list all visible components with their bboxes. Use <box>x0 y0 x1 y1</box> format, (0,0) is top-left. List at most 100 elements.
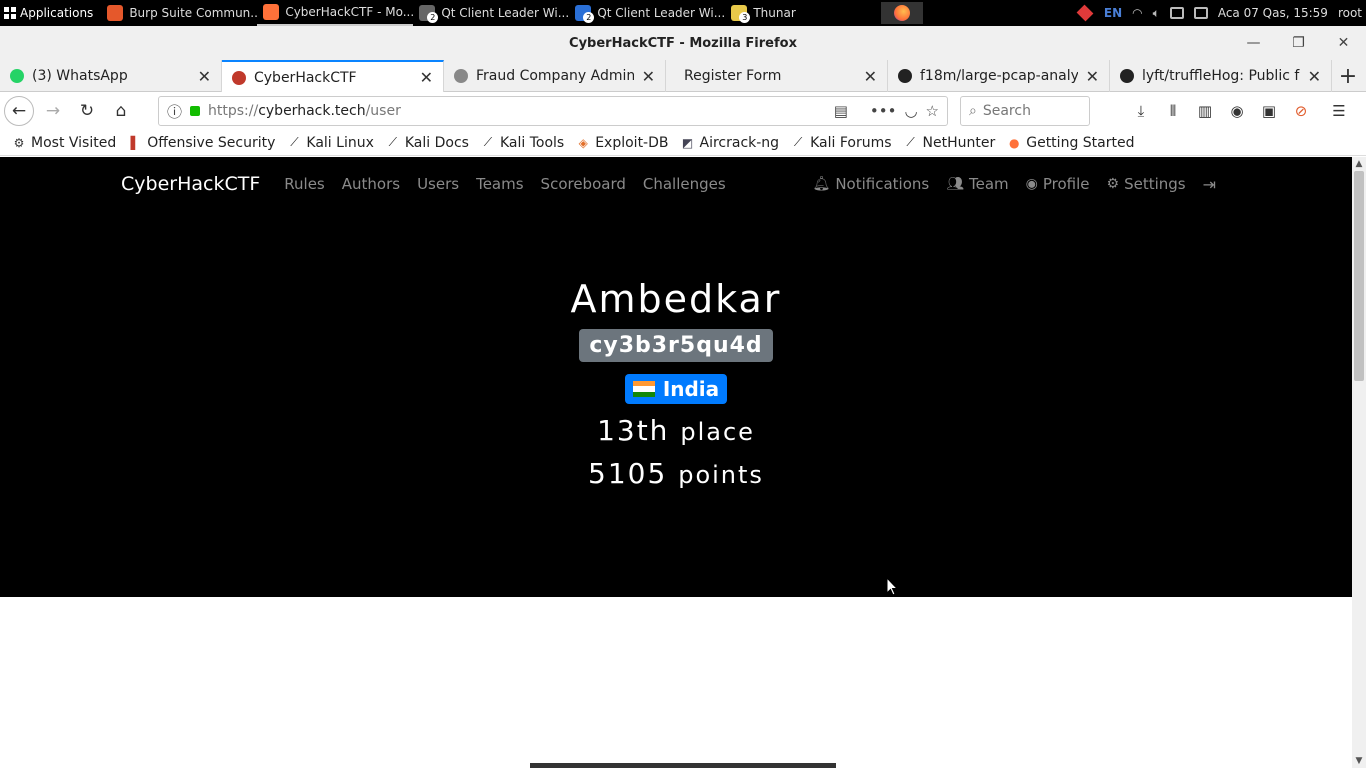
bookmark-item[interactable]: ▌ Offensive Security <box>128 135 276 151</box>
bookmark-label: Kali Tools <box>499 134 565 151</box>
task-app-icon <box>107 5 124 21</box>
nav-link-scoreboard[interactable]: Scoreboard <box>541 175 626 193</box>
reader-view-icon[interactable]: ▤ <box>834 102 848 120</box>
sidebar-icon[interactable]: ▥ <box>1194 102 1216 120</box>
network-tray-icon[interactable] <box>1076 4 1094 22</box>
back-button[interactable]: ← <box>4 96 34 126</box>
nav-link-settings[interactable]: ⚙ Settings <box>1107 175 1186 193</box>
bookmark-item[interactable]: ⟋ Kali Tools <box>481 135 564 151</box>
bookmark-item[interactable]: ⟋ NetHunter <box>904 135 995 151</box>
bookmark-label: Kali Linux <box>306 134 374 151</box>
extension-icon[interactable]: ▣ <box>1258 102 1280 120</box>
kali-icon: ⟋ <box>906 135 915 149</box>
country-badge: India <box>624 374 728 404</box>
nav-link-teams[interactable]: Teams <box>476 175 523 193</box>
taskbar-item[interactable]: CyberHackCTF - Mo... <box>257 0 414 26</box>
bookmark-label: Getting Started <box>1026 134 1135 151</box>
bookmark-item[interactable]: ⟋ Kali Forums <box>791 134 892 151</box>
library-icon[interactable]: ⫴ <box>1162 102 1184 120</box>
downloads-icon[interactable]: ⤓ <box>1130 102 1152 120</box>
bookmark-star-icon[interactable]: ☆ <box>926 102 939 120</box>
new-tab-button[interactable]: + <box>1332 60 1364 92</box>
close-tab-icon[interactable]: ✕ <box>864 67 877 86</box>
scrollbar-thumb[interactable] <box>1354 171 1364 381</box>
home-button[interactable]: ⌂ <box>106 96 136 126</box>
bookmark-item[interactable]: ⟋ Kali Docs <box>386 135 469 151</box>
browser-tab[interactable]: f18m/large-pcap-analyzer ✕ <box>888 60 1110 92</box>
notification-icon[interactable] <box>1193 7 1208 19</box>
bookmark-item[interactable]: ◩ Aircrack-ng <box>681 135 779 151</box>
content-tab-underline <box>530 763 836 768</box>
browser-tab[interactable]: CyberHackCTF ✕ <box>222 60 444 93</box>
url-text[interactable]: https://cyberhack.tech/user <box>208 103 401 119</box>
tab-label: CyberHackCTF <box>254 69 357 86</box>
nav-link-users[interactable]: Users <box>417 175 459 193</box>
minimize-button[interactable]: — <box>1231 26 1276 60</box>
search-input[interactable]: ⌕ Search <box>960 96 1090 126</box>
browser-tab[interactable]: Register Form ✕ <box>666 60 888 92</box>
battery-icon[interactable] <box>1169 7 1184 19</box>
bookmark-label: Kali Forums <box>810 134 892 151</box>
nav-link-label: Settings <box>1124 175 1186 193</box>
browser-tab[interactable]: (3) WhatsApp ✕ <box>0 60 222 92</box>
desktop-top-panel: Applications Burp Suite Commun... CyberHa… <box>0 0 1366 26</box>
close-tab-icon[interactable]: ✕ <box>1086 67 1099 86</box>
taskbar-item[interactable]: 2 Qt Client Leader Wi... <box>413 0 569 26</box>
panel-tray: EN ◠ 🔈︎ Aca 07 Qas, 15:59 root <box>1076 0 1366 26</box>
taskbar-item[interactable]: 2 Qt Client Leader Wi... <box>569 0 725 26</box>
bookmark-item[interactable]: ⚙ Most Visited <box>12 135 117 151</box>
volume-icon[interactable]: 🔈︎ <box>1153 6 1160 21</box>
applications-menu[interactable]: Applications <box>0 0 101 26</box>
bookmark-item[interactable]: ● Getting Started <box>1007 134 1135 151</box>
keyboard-layout[interactable]: EN <box>1104 6 1122 20</box>
browser-tab[interactable]: lyft/truffleHog: Public fork ✕ <box>1110 60 1332 92</box>
reload-button[interactable]: ↻ <box>72 96 102 126</box>
browser-tab[interactable]: Fraud Company Admin P ✕ <box>444 60 666 92</box>
tab-label: f18m/large-pcap-analyzer <box>920 68 1078 84</box>
account-icon[interactable]: ◉ <box>1226 102 1248 120</box>
nav-link-authors[interactable]: Authors <box>342 175 400 193</box>
addon-icon[interactable]: ⊘ <box>1290 102 1312 120</box>
info-icon[interactable]: ⓘ <box>167 101 182 122</box>
window-titlebar: CyberHackCTF - Mozilla Firefox — ❐ ✕ <box>0 26 1366 60</box>
clock[interactable]: Aca 07 Qas, 15:59 <box>1218 6 1328 20</box>
page-scrollbar[interactable]: ▲ ▼ <box>1352 157 1366 768</box>
bookmark-item[interactable]: ◈ Exploit-DB <box>576 135 669 151</box>
tab-label: Register Form <box>684 68 782 84</box>
nav-link-team[interactable]: 👥︎ Team <box>946 175 1008 193</box>
close-tab-icon[interactable]: ✕ <box>642 67 655 86</box>
restore-button[interactable]: ❐ <box>1276 26 1321 60</box>
taskbar-item[interactable]: Burp Suite Commun... <box>101 0 257 26</box>
pocket-icon[interactable]: ◡ <box>904 102 917 120</box>
scroll-down-icon[interactable]: ▼ <box>1352 754 1366 768</box>
logout-icon[interactable]: ⇥ <box>1203 175 1216 194</box>
navigation-toolbar: ← → ↻ ⌂ ⓘ https://cyberhack.tech/user ▤ … <box>0 92 1366 130</box>
tab-label: (3) WhatsApp <box>32 68 128 84</box>
close-tab-icon[interactable]: ✕ <box>198 67 211 86</box>
applications-icon <box>4 7 16 19</box>
nav-link-notifications[interactable]: 🔔︎ Notifications <box>813 175 930 193</box>
bookmark-item[interactable]: ⟋ Kali Linux <box>287 134 374 151</box>
nav-link-challenges[interactable]: Challenges <box>643 175 726 193</box>
url-bar[interactable]: ⓘ https://cyberhack.tech/user ▤ ••• ◡ ☆ <box>158 96 948 126</box>
scroll-up-icon[interactable]: ▲ <box>1352 157 1366 171</box>
user-name[interactable]: root <box>1338 6 1362 20</box>
nav-link-rules[interactable]: Rules <box>284 175 324 193</box>
tab-strip: (3) WhatsApp ✕ CyberHackCTF ✕ Fraud Company … <box>0 60 1366 93</box>
site-brand[interactable]: CyberHackCTF <box>121 173 260 195</box>
taskbar-item[interactable]: 3 Thunar <box>725 0 873 26</box>
toolbar-icons: ⤓ ⫴ ▥ ◉ ▣ ⊘ ☰ <box>1130 102 1350 120</box>
forward-button[interactable]: → <box>38 96 68 126</box>
page-content: CyberHackCTF Rules Authors Users Teams Score… <box>0 157 1352 768</box>
nav-link-profile[interactable]: ◉ Profile <box>1026 175 1090 193</box>
firefox-launcher[interactable] <box>881 2 924 24</box>
menu-icon[interactable]: ☰ <box>1328 102 1350 120</box>
page-actions-icon[interactable]: ••• <box>870 102 897 120</box>
close-window-button[interactable]: ✕ <box>1321 26 1366 60</box>
cogs-icon: ⚙ <box>1106 176 1120 192</box>
wifi-icon[interactable]: ◠ <box>1132 6 1142 20</box>
close-tab-icon[interactable]: ✕ <box>420 68 433 87</box>
tab-favicon-icon <box>10 69 24 83</box>
lock-icon[interactable] <box>190 106 201 116</box>
close-tab-icon[interactable]: ✕ <box>1308 67 1321 86</box>
